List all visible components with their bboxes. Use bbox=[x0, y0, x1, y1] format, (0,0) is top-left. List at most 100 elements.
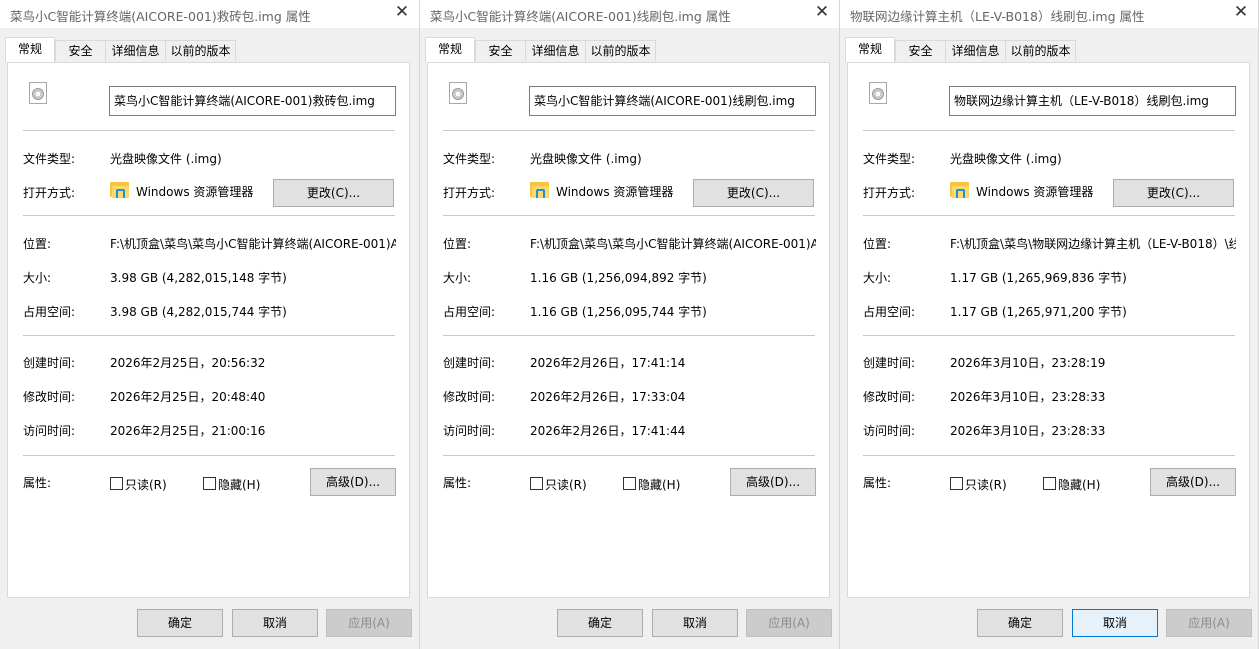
close-icon[interactable]: ✕ bbox=[1232, 3, 1250, 21]
ok-button[interactable]: 确定 bbox=[137, 609, 223, 637]
tab-details[interactable]: 详细信息 bbox=[945, 40, 1006, 61]
disc-image-file-icon bbox=[869, 82, 887, 104]
title-bar[interactable]: 菜鸟小C智能计算终端(AICORE-001)线刷包.img 属性 ✕ bbox=[420, 0, 839, 28]
filename-field[interactable]: 菜鸟小C智能计算终端(AICORE-001)救砖包.img bbox=[109, 86, 396, 116]
separator bbox=[863, 215, 1235, 216]
filename-field[interactable]: 物联网边缘计算主机（LE-V-B018）线刷包.img bbox=[949, 86, 1236, 116]
properties-dialog: 物联网边缘计算主机（LE-V-B018）线刷包.img 属性 ✕ 常规 安全 详… bbox=[840, 0, 1259, 649]
location-value[interactable]: F:\机顶盒\菜鸟\菜鸟小C智能计算终端(AICORE-001)A bbox=[530, 235, 816, 252]
separator bbox=[23, 130, 395, 131]
modified-label: 修改时间: bbox=[23, 390, 76, 404]
title-bar[interactable]: 菜鸟小C智能计算终端(AICORE-001)救砖包.img 属性 ✕ bbox=[0, 0, 419, 28]
readonly-label[interactable]: 只读(R) bbox=[545, 476, 587, 493]
properties-dialog: 菜鸟小C智能计算终端(AICORE-001)线刷包.img 属性 ✕ 常规 安全… bbox=[420, 0, 840, 649]
readonly-checkbox[interactable] bbox=[530, 477, 543, 490]
size-on-disk-label: 占用空间: bbox=[23, 305, 76, 319]
general-panel: 菜鸟小C智能计算终端(AICORE-001)线刷包.img 文件类型: 光盘映像… bbox=[427, 62, 830, 598]
tab-previous-versions[interactable]: 以前的版本 bbox=[165, 40, 236, 61]
explorer-folder-icon bbox=[530, 181, 549, 199]
change-button[interactable]: 更改(C)... bbox=[273, 179, 394, 207]
hidden-label[interactable]: 隐藏(H) bbox=[638, 476, 680, 493]
hidden-checkbox[interactable] bbox=[203, 477, 216, 490]
separator bbox=[863, 130, 1235, 131]
ok-button[interactable]: 确定 bbox=[557, 609, 643, 637]
separator bbox=[863, 455, 1235, 456]
modified-label: 修改时间: bbox=[443, 390, 496, 404]
file-type-value: 光盘映像文件 (.img) bbox=[530, 152, 642, 166]
separator bbox=[443, 215, 815, 216]
modified-value: 2026年2月26日，17:33:04 bbox=[530, 390, 686, 404]
apply-button[interactable]: 应用(A) bbox=[746, 609, 832, 637]
accessed-value: 2026年3月10日，23:28:33 bbox=[950, 424, 1106, 438]
dialog-title: 菜鸟小C智能计算终端(AICORE-001)救砖包.img 属性 bbox=[10, 9, 311, 24]
readonly-label[interactable]: 只读(R) bbox=[965, 476, 1007, 493]
hidden-label[interactable]: 隐藏(H) bbox=[218, 476, 260, 493]
size-value: 1.16 GB (1,256,094,892 字节) bbox=[530, 271, 707, 285]
cancel-button[interactable]: 取消 bbox=[232, 609, 318, 637]
hidden-checkbox[interactable] bbox=[1043, 477, 1056, 490]
location-value[interactable]: F:\机顶盒\菜鸟\菜鸟小C智能计算终端(AICORE-001)A bbox=[110, 235, 396, 252]
explorer-folder-icon bbox=[110, 181, 129, 199]
opens-with-value: Windows 资源管理器 bbox=[136, 185, 254, 199]
size-on-disk-value: 1.17 GB (1,265,971,200 字节) bbox=[950, 305, 1127, 319]
apply-button[interactable]: 应用(A) bbox=[326, 609, 412, 637]
tab-general[interactable]: 常规 bbox=[845, 37, 895, 62]
file-type-value: 光盘映像文件 (.img) bbox=[110, 152, 222, 166]
title-bar[interactable]: 物联网边缘计算主机（LE-V-B018）线刷包.img 属性 ✕ bbox=[840, 0, 1258, 28]
ok-button[interactable]: 确定 bbox=[977, 609, 1063, 637]
size-on-disk-label: 占用空间: bbox=[443, 305, 496, 319]
change-button[interactable]: 更改(C)... bbox=[693, 179, 814, 207]
location-value[interactable]: F:\机顶盒\菜鸟\物联网边缘计算主机（LE-V-B018）\线 bbox=[950, 235, 1236, 252]
tab-security[interactable]: 安全 bbox=[475, 40, 526, 61]
readonly-checkbox[interactable] bbox=[110, 477, 123, 490]
tab-previous-versions[interactable]: 以前的版本 bbox=[1005, 40, 1076, 61]
accessed-value: 2026年2月26日，17:41:44 bbox=[530, 424, 686, 438]
readonly-checkbox[interactable] bbox=[950, 477, 963, 490]
location-label: 位置: bbox=[863, 237, 892, 251]
change-button[interactable]: 更改(C)... bbox=[1113, 179, 1234, 207]
file-type-value: 光盘映像文件 (.img) bbox=[950, 152, 1062, 166]
accessed-label: 访问时间: bbox=[863, 424, 916, 438]
modified-value: 2026年3月10日，23:28:33 bbox=[950, 390, 1106, 404]
tab-details[interactable]: 详细信息 bbox=[525, 40, 586, 61]
size-label: 大小: bbox=[443, 271, 472, 285]
file-type-label: 文件类型: bbox=[443, 152, 496, 166]
attributes-label: 属性: bbox=[443, 476, 472, 490]
advanced-button[interactable]: 高级(D)... bbox=[310, 468, 396, 496]
cancel-button[interactable]: 取消 bbox=[652, 609, 738, 637]
advanced-button[interactable]: 高级(D)... bbox=[730, 468, 816, 496]
hidden-checkbox[interactable] bbox=[623, 477, 636, 490]
tab-security[interactable]: 安全 bbox=[895, 40, 946, 61]
accessed-label: 访问时间: bbox=[23, 424, 76, 438]
size-value: 1.17 GB (1,265,969,836 字节) bbox=[950, 271, 1127, 285]
dialog-title: 物联网边缘计算主机（LE-V-B018）线刷包.img 属性 bbox=[850, 9, 1145, 24]
created-label: 创建时间: bbox=[443, 356, 496, 370]
size-on-disk-label: 占用空间: bbox=[863, 305, 916, 319]
created-value: 2026年2月26日，17:41:14 bbox=[530, 356, 686, 370]
readonly-label[interactable]: 只读(R) bbox=[125, 476, 167, 493]
tab-general[interactable]: 常规 bbox=[5, 37, 55, 62]
advanced-button[interactable]: 高级(D)... bbox=[1150, 468, 1236, 496]
hidden-label[interactable]: 隐藏(H) bbox=[1058, 476, 1100, 493]
separator bbox=[863, 335, 1235, 336]
cancel-button[interactable]: 取消 bbox=[1072, 609, 1158, 637]
tab-security[interactable]: 安全 bbox=[55, 40, 106, 61]
opens-with-label: 打开方式: bbox=[443, 186, 496, 200]
close-icon[interactable]: ✕ bbox=[813, 3, 831, 21]
disc-image-file-icon bbox=[449, 82, 467, 104]
dialog-title: 菜鸟小C智能计算终端(AICORE-001)线刷包.img 属性 bbox=[430, 9, 731, 24]
location-label: 位置: bbox=[443, 237, 472, 251]
close-icon[interactable]: ✕ bbox=[393, 3, 411, 21]
size-value: 3.98 GB (4,282,015,148 字节) bbox=[110, 271, 287, 285]
apply-button[interactable]: 应用(A) bbox=[1166, 609, 1252, 637]
separator bbox=[443, 455, 815, 456]
filename-field[interactable]: 菜鸟小C智能计算终端(AICORE-001)线刷包.img bbox=[529, 86, 816, 116]
attributes-label: 属性: bbox=[23, 476, 52, 490]
opens-with-value: Windows 资源管理器 bbox=[556, 185, 674, 199]
opens-with-label: 打开方式: bbox=[23, 186, 76, 200]
created-label: 创建时间: bbox=[23, 356, 76, 370]
general-panel: 物联网边缘计算主机（LE-V-B018）线刷包.img 文件类型: 光盘映像文件… bbox=[847, 62, 1250, 598]
tab-details[interactable]: 详细信息 bbox=[105, 40, 166, 61]
tab-general[interactable]: 常规 bbox=[425, 37, 475, 62]
tab-previous-versions[interactable]: 以前的版本 bbox=[585, 40, 656, 61]
